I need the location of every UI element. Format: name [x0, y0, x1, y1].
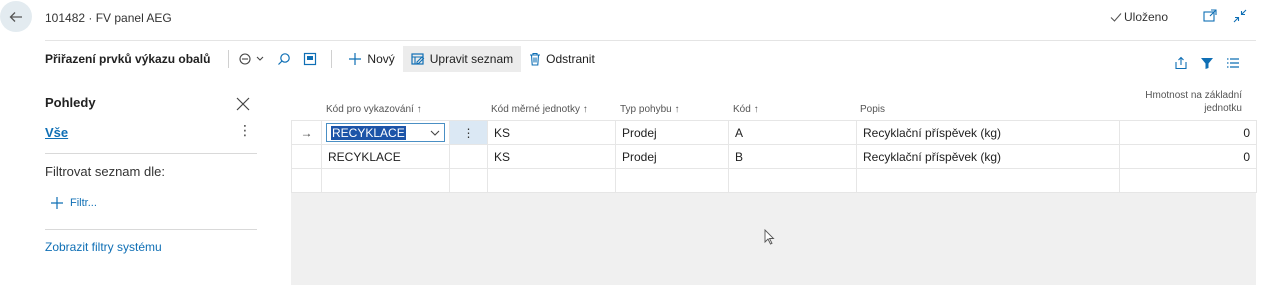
code-cell[interactable]: A — [728, 120, 857, 145]
description-cell[interactable]: Recyklační příspěvek (kg) — [856, 144, 1120, 169]
checkmark-icon — [1110, 13, 1122, 22]
add-filter-button[interactable]: Filtr... — [50, 196, 97, 210]
view-all-link[interactable]: Vše — [45, 125, 68, 140]
action-bar-divider — [228, 50, 230, 68]
movement-type-cell[interactable]: Prodej — [615, 120, 729, 145]
back-button[interactable] — [0, 1, 32, 32]
saved-label: Uloženo — [1124, 10, 1169, 24]
delete-button[interactable]: Odstranit — [521, 46, 603, 72]
column-header-movement-type[interactable]: Typ pohybu ↑ — [620, 104, 679, 115]
column-header-uom-code[interactable]: Kód měrné jednotky ↑ — [491, 104, 588, 115]
table-row[interactable]: → RECYKLACE ⋮ KS Prodej A Recyklační pří… — [291, 120, 1257, 145]
more-options-icon[interactable]: ⋮ — [238, 123, 252, 137]
column-header-code[interactable]: Kód ↑ — [733, 104, 759, 115]
weight-cell[interactable]: 0 — [1119, 144, 1257, 169]
share-icon[interactable] — [1168, 50, 1194, 76]
empty-cell[interactable] — [449, 168, 488, 193]
new-button-label: Nový — [367, 52, 395, 66]
column-header-reporting-code[interactable]: Kód pro vykazování ↑ — [326, 104, 422, 115]
edit-list-button[interactable]: Upravit seznam — [402, 46, 522, 72]
empty-cell[interactable] — [1119, 168, 1257, 193]
header-divider — [45, 40, 1256, 41]
uom-code-cell[interactable]: KS — [487, 144, 616, 169]
search-icon[interactable] — [271, 46, 297, 72]
edit-list-icon — [411, 52, 425, 66]
row-indicator — [291, 144, 322, 169]
page-title: 101482 · FV panel AEG — [45, 11, 172, 25]
share-menu-icon[interactable] — [237, 46, 271, 72]
new-table-row[interactable] — [291, 168, 1257, 193]
code-cell[interactable]: B — [728, 144, 857, 169]
page-caption: Přiřazení prvků výkazu obalů — [45, 52, 211, 66]
reporting-code-dropdown[interactable]: RECYKLACE — [326, 123, 445, 142]
mouse-cursor-icon — [764, 228, 776, 248]
filter-pane-header: Pohledy — [45, 95, 257, 110]
plus-icon — [51, 197, 63, 209]
saved-status: Uloženo — [1110, 10, 1168, 24]
empty-cell[interactable] — [321, 168, 450, 193]
chevron-down-icon — [430, 130, 440, 136]
edit-list-label: Upravit seznam — [429, 52, 514, 66]
sidebar-divider — [45, 229, 257, 230]
close-icon[interactable] — [235, 96, 251, 112]
data-table: → RECYKLACE ⋮ KS Prodej A Recyklační pří… — [291, 120, 1257, 193]
filter-icon[interactable] — [1194, 50, 1220, 76]
uom-code-cell[interactable]: KS — [487, 120, 616, 145]
weight-cell[interactable]: 0 — [1119, 120, 1257, 145]
action-bar: Přiřazení prvků výkazu obalů Nový Upravi… — [45, 46, 603, 72]
empty-cell[interactable] — [856, 168, 1120, 193]
open-new-window-icon[interactable] — [1202, 8, 1218, 24]
new-button[interactable]: Nový — [340, 46, 402, 72]
list-view-icon[interactable] — [1220, 50, 1246, 76]
views-heading: Pohledy — [45, 95, 96, 110]
table-row[interactable]: RECYKLACE KS Prodej B Recyklační příspěv… — [291, 144, 1257, 169]
show-system-filters-link[interactable]: Zobrazit filtry systému — [45, 240, 162, 254]
filter-by-label: Filtrovat seznam dle: — [45, 164, 165, 179]
table-header: Kód pro vykazování ↑ Kód měrné jednotky … — [291, 88, 1256, 120]
row-actions-icon[interactable]: ⋮ — [449, 120, 488, 145]
trash-icon — [529, 52, 541, 66]
empty-cell[interactable] — [487, 168, 616, 193]
reporting-code-value: RECYKLACE — [331, 125, 406, 140]
edit-view-icon[interactable] — [297, 46, 323, 72]
description-cell[interactable]: Recyklační příspěvek (kg) — [856, 120, 1120, 145]
column-header-weight[interactable]: Hmotnost na základní jednotku — [1145, 89, 1242, 115]
row-indicator-arrow-icon: → — [291, 120, 322, 145]
add-filter-label: Filtr... — [70, 197, 97, 209]
collapse-icon[interactable] — [1232, 8, 1248, 24]
movement-type-cell[interactable]: Prodej — [615, 144, 729, 169]
action-bar-right — [1168, 50, 1246, 76]
arrow-left-icon — [9, 11, 22, 22]
row-indicator — [291, 168, 322, 193]
action-bar-divider — [331, 50, 333, 68]
empty-cell[interactable] — [615, 168, 729, 193]
reporting-code-cell[interactable]: RECYKLACE — [321, 144, 450, 169]
sidebar-divider — [45, 153, 257, 154]
column-header-description[interactable]: Popis — [860, 104, 885, 115]
empty-cell[interactable] — [728, 168, 857, 193]
row-actions-cell[interactable] — [449, 144, 488, 169]
delete-button-label: Odstranit — [546, 52, 595, 66]
plus-icon — [348, 52, 362, 66]
reporting-code-field[interactable]: RECYKLACE — [321, 120, 450, 145]
